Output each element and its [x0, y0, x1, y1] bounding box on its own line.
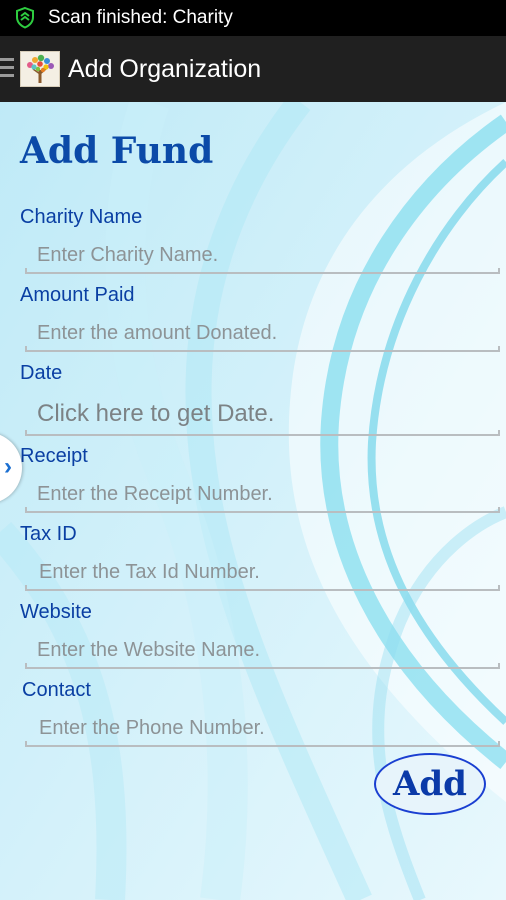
receipt-input[interactable]: Enter the Receipt Number. — [25, 477, 500, 513]
contact-label: Contact — [22, 679, 91, 701]
receipt-placeholder: Enter the Receipt Number. — [37, 483, 273, 505]
charity-name-label: Charity Name — [20, 206, 143, 228]
shield-icon — [14, 6, 36, 30]
tax-id-input[interactable]: Enter the Tax Id Number. — [25, 555, 500, 591]
status-notification-text: Scan finished: Charity — [48, 7, 233, 28]
app-logo[interactable] — [20, 51, 60, 87]
contact-placeholder: Enter the Phone Number. — [39, 717, 265, 739]
status-bar: Scan finished: Charity — [0, 0, 506, 36]
charity-name-input[interactable]: Enter Charity Name. — [25, 238, 500, 274]
contact-input[interactable]: Enter the Phone Number. — [25, 711, 500, 747]
receipt-label: Receipt — [20, 445, 88, 467]
date-placeholder: Click here to get Date. — [37, 400, 275, 427]
add-button[interactable]: Add — [374, 753, 486, 815]
website-placeholder: Enter the Website Name. — [37, 639, 261, 661]
amount-paid-placeholder: Enter the amount Donated. — [37, 322, 278, 344]
website-label: Website — [20, 601, 92, 623]
tax-id-label: Tax ID — [20, 523, 77, 545]
form-heading: Add Fund — [20, 130, 214, 172]
amount-paid-label: Amount Paid — [20, 284, 135, 306]
form-panel: Add Fund Charity Name Enter Charity Name… — [0, 102, 506, 900]
website-input[interactable]: Enter the Website Name. — [25, 633, 500, 669]
chevron-right-icon: › — [4, 453, 12, 480]
date-picker-field[interactable]: Click here to get Date. — [25, 392, 500, 436]
action-bar: Add Organization — [0, 36, 506, 102]
amount-paid-input[interactable]: Enter the amount Donated. — [25, 316, 500, 352]
screen: Scan finished: Charity Add Organization … — [0, 0, 506, 900]
charity-name-placeholder: Enter Charity Name. — [37, 244, 219, 266]
tax-id-placeholder: Enter the Tax Id Number. — [39, 561, 260, 583]
page-title: Add Organization — [68, 55, 262, 83]
date-label: Date — [20, 362, 63, 384]
menu-icon[interactable] — [0, 58, 14, 80]
